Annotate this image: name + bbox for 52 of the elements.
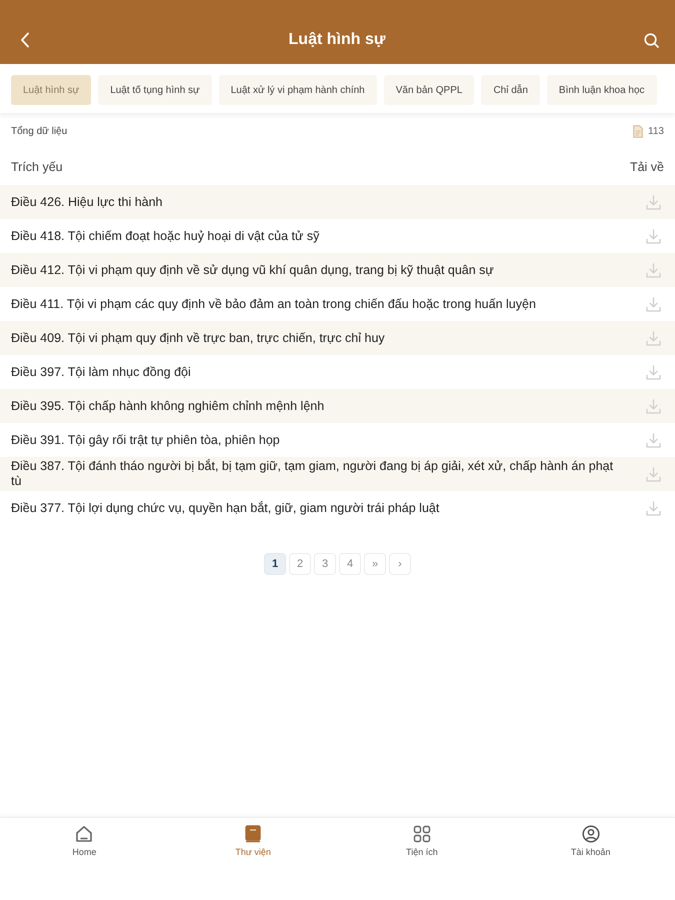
download-icon[interactable]: [646, 228, 661, 244]
download-icon[interactable]: [646, 500, 661, 516]
article-title: Điều 426. Hiệu lực thi hành: [11, 194, 163, 210]
chevron-left-icon: [20, 32, 30, 48]
search-icon: [644, 32, 659, 48]
article-title: Điều 377. Tội lợi dụng chức vụ, quyền hạn bắt, giữ, giam người trái pháp luật: [11, 500, 440, 517]
page-button[interactable]: »: [364, 553, 386, 575]
article-title: Điều 395. Tội chấp hành không nghiêm chỉnh mệnh lệnh: [11, 398, 324, 415]
column-header: Tải về: [630, 160, 664, 174]
article-row[interactable]: Điều 412. Tội vi phạm quy định về sử dụng vũ khí quân dụng, trang bị kỹ thuật quân sự: [0, 253, 675, 287]
article-title: Điều 411. Tội vi phạm các quy định về bảo đảm an toàn trong chiến đấu hoặc trong huấn luyện: [11, 296, 536, 313]
article-row[interactable]: Điều 387. Tội đánh tháo người bị bắt, bị tạm giữ, tạm giam, người đang bị áp giải, xét xử, chấp hành án phạt tù: [0, 457, 675, 491]
category-tab[interactable]: Chỉ dẫn: [481, 75, 540, 105]
article-title: Điều 391. Tội gây rối trật tự phiên tòa, phiên họp: [11, 432, 280, 449]
column-header: Trích yếu: [11, 160, 63, 174]
article-title: Điều 397. Tội làm nhục đồng đội: [11, 364, 191, 381]
page-button[interactable]: ›: [389, 553, 411, 575]
page-button[interactable]: 4: [339, 553, 361, 575]
download-icon[interactable]: [646, 364, 661, 380]
article-row[interactable]: Điều 426. Hiệu lực thi hành: [0, 185, 675, 219]
total-label: Tổng dữ liệu: [11, 126, 68, 136]
document-icon: [633, 124, 644, 138]
home-icon: [75, 825, 94, 843]
user-icon: [582, 825, 600, 843]
download-icon[interactable]: [646, 262, 661, 278]
download-icon[interactable]: [646, 432, 661, 448]
download-icon[interactable]: [646, 398, 661, 414]
download-icon[interactable]: [646, 330, 661, 346]
article-title: Điều 418. Tội chiếm đoạt hoặc huỷ hoại di vật của tử sỹ: [11, 228, 320, 245]
page-button[interactable]: 1: [264, 553, 286, 575]
grid-icon: [412, 825, 431, 843]
total-count: 113: [648, 126, 664, 136]
category-tab[interactable]: Bình luận khoa học: [546, 75, 657, 105]
nav-tab[interactable]: Tài khoản: [506, 824, 675, 858]
article-title: Điều 387. Tội đánh tháo người bị bắt, bị tạm giữ, tạm giam, người đang bị áp giải, xét xử, chấp hành án phạt tù: [11, 458, 614, 490]
download-icon[interactable]: [646, 296, 661, 312]
article-title: Điều 409. Tội vi phạm quy định về trực ban, trực chiến, trực chỉ huy: [11, 330, 385, 347]
book-icon: [244, 825, 262, 843]
download-icon[interactable]: [646, 466, 661, 482]
category-tab[interactable]: Luật tố tụng hình sự: [98, 75, 212, 105]
page-button[interactable]: 2: [289, 553, 311, 575]
nav-tab[interactable]: Thư viện: [168, 824, 338, 858]
article-title: Điều 412. Tội vi phạm quy định về sử dụng vũ khí quân dụng, trang bị kỹ thuật quân sự: [11, 262, 494, 279]
download-icon[interactable]: [646, 194, 661, 210]
page-title: Luật hình sự: [288, 31, 386, 49]
nav-tab[interactable]: Home: [0, 824, 169, 858]
nav-tab[interactable]: Tiện ích: [338, 824, 506, 858]
page-button[interactable]: 3: [314, 553, 336, 575]
category-tab[interactable]: Luật xử lý vi phạm hành chính: [218, 75, 377, 105]
article-row[interactable]: Điều 395. Tội chấp hành không nghiêm chỉnh mệnh lệnh: [0, 389, 675, 423]
category-tab[interactable]: Văn bản QPPL: [384, 75, 474, 105]
article-row[interactable]: Điều 409. Tội vi phạm quy định về trực ban, trực chiến, trực chỉ huy: [0, 321, 675, 355]
